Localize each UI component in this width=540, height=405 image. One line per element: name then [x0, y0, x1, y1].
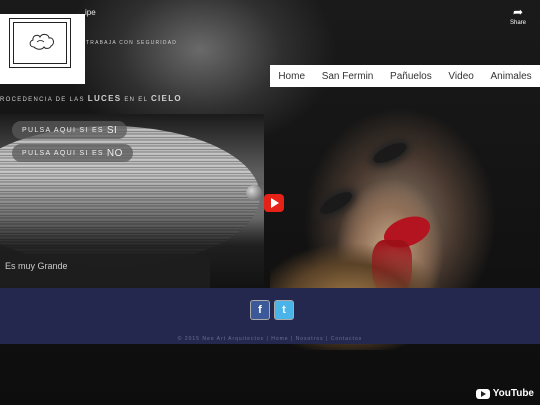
- share-button[interactable]: ➦ Share: [506, 6, 530, 26]
- social-links: f t: [250, 300, 294, 320]
- share-label: Share: [509, 20, 526, 26]
- nav-item-san-fermin[interactable]: San Fermin: [322, 71, 374, 82]
- subtitle-text: LUCES: [87, 94, 122, 103]
- twitter-icon[interactable]: t: [274, 300, 294, 320]
- nav-item-video[interactable]: Video: [448, 71, 473, 82]
- si-button-strong: SI: [106, 124, 118, 136]
- nav-item-home[interactable]: Home: [278, 71, 305, 82]
- subtitle-text: ROCEDENCIA DE LAS: [0, 97, 85, 103]
- subtitle-text: CIELO: [150, 94, 182, 103]
- facebook-icon[interactable]: f: [250, 300, 270, 320]
- nav-item-animales[interactable]: Animales: [491, 71, 532, 82]
- no-button-label: PULSA AQUI SI ES: [22, 149, 104, 157]
- youtube-logo[interactable]: YouTube: [475, 388, 534, 399]
- site-footer: f t © 2015 Neo Art Arquitectos | Home | …: [0, 288, 540, 344]
- no-button-strong: NO: [106, 147, 123, 159]
- panel-caption: Es muy Grande: [0, 254, 210, 288]
- youtube-icon: [475, 388, 490, 399]
- play-icon[interactable]: [264, 194, 284, 212]
- cloud-icon: [29, 34, 54, 50]
- subtitle-text: EN EL: [124, 97, 148, 103]
- footer-copyright: © 2015 Neo Art Arquitectos | Home | Noso…: [177, 336, 363, 342]
- youtube-label: YouTube: [492, 388, 534, 399]
- si-button[interactable]: PULSA AQUI SI ES SI: [12, 121, 128, 139]
- video-subtitle: ROCEDENCIA DE LAS LUCES EN EL CIELO: [0, 94, 182, 103]
- logo-inner-frame: [13, 22, 67, 64]
- video-title[interactable]: ipe: [85, 8, 96, 17]
- planet-icon: [246, 185, 262, 201]
- logo-frame: [9, 18, 71, 68]
- share-icon: ➦: [512, 5, 524, 19]
- main-nav: Home San Fermin Pañuelos Video Animales: [270, 65, 540, 87]
- si-button-label: PULSA AQUI SI ES: [22, 126, 104, 134]
- no-button[interactable]: PULSA AQUI SI ES NO: [12, 144, 133, 162]
- nav-item-panuelos[interactable]: Pañuelos: [390, 71, 432, 82]
- video-subtitle: TRABAJA CON SEGURIDAD: [86, 40, 178, 46]
- site-logo[interactable]: [0, 14, 85, 84]
